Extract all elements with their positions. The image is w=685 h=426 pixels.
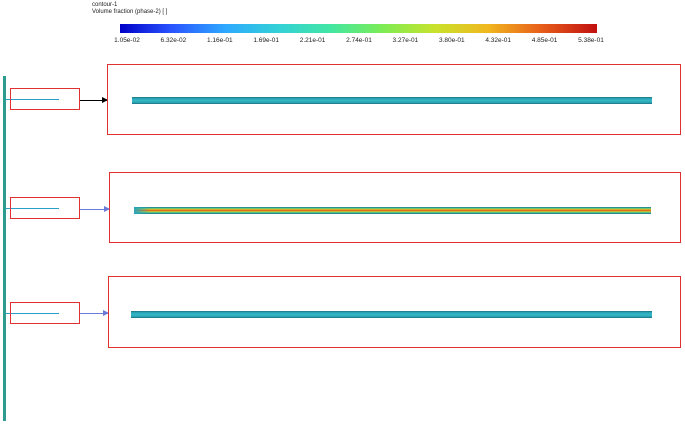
pipe-contour-2 <box>134 207 651 214</box>
color-scale-tick: 5.38e-01 <box>578 37 604 44</box>
color-scale-bar <box>120 24 597 33</box>
pipe-contour-3 <box>131 311 652 318</box>
callout-arrow-2 <box>80 206 110 212</box>
zoom-panel-2[interactable] <box>109 172 681 243</box>
zoom-panel-1[interactable] <box>107 64 681 135</box>
inset-pipe <box>11 99 59 100</box>
variable-label: Volume fraction (phase-2) [ ] <box>92 9 168 15</box>
domain-spine <box>3 76 6 421</box>
inset-pipe <box>11 208 59 209</box>
inset-frame-2[interactable] <box>10 197 80 219</box>
contour-name: contour-1 <box>92 2 118 8</box>
callout-arrow-1 <box>80 97 108 103</box>
zoom-panel-3[interactable] <box>108 276 681 348</box>
inset-frame-3[interactable] <box>10 302 80 324</box>
pipe-inlet-region <box>134 207 150 214</box>
inset-pipe <box>11 313 59 314</box>
pipe-contour-1 <box>132 97 652 104</box>
inset-frame-1[interactable] <box>10 88 80 110</box>
callout-arrow-3 <box>80 310 109 316</box>
